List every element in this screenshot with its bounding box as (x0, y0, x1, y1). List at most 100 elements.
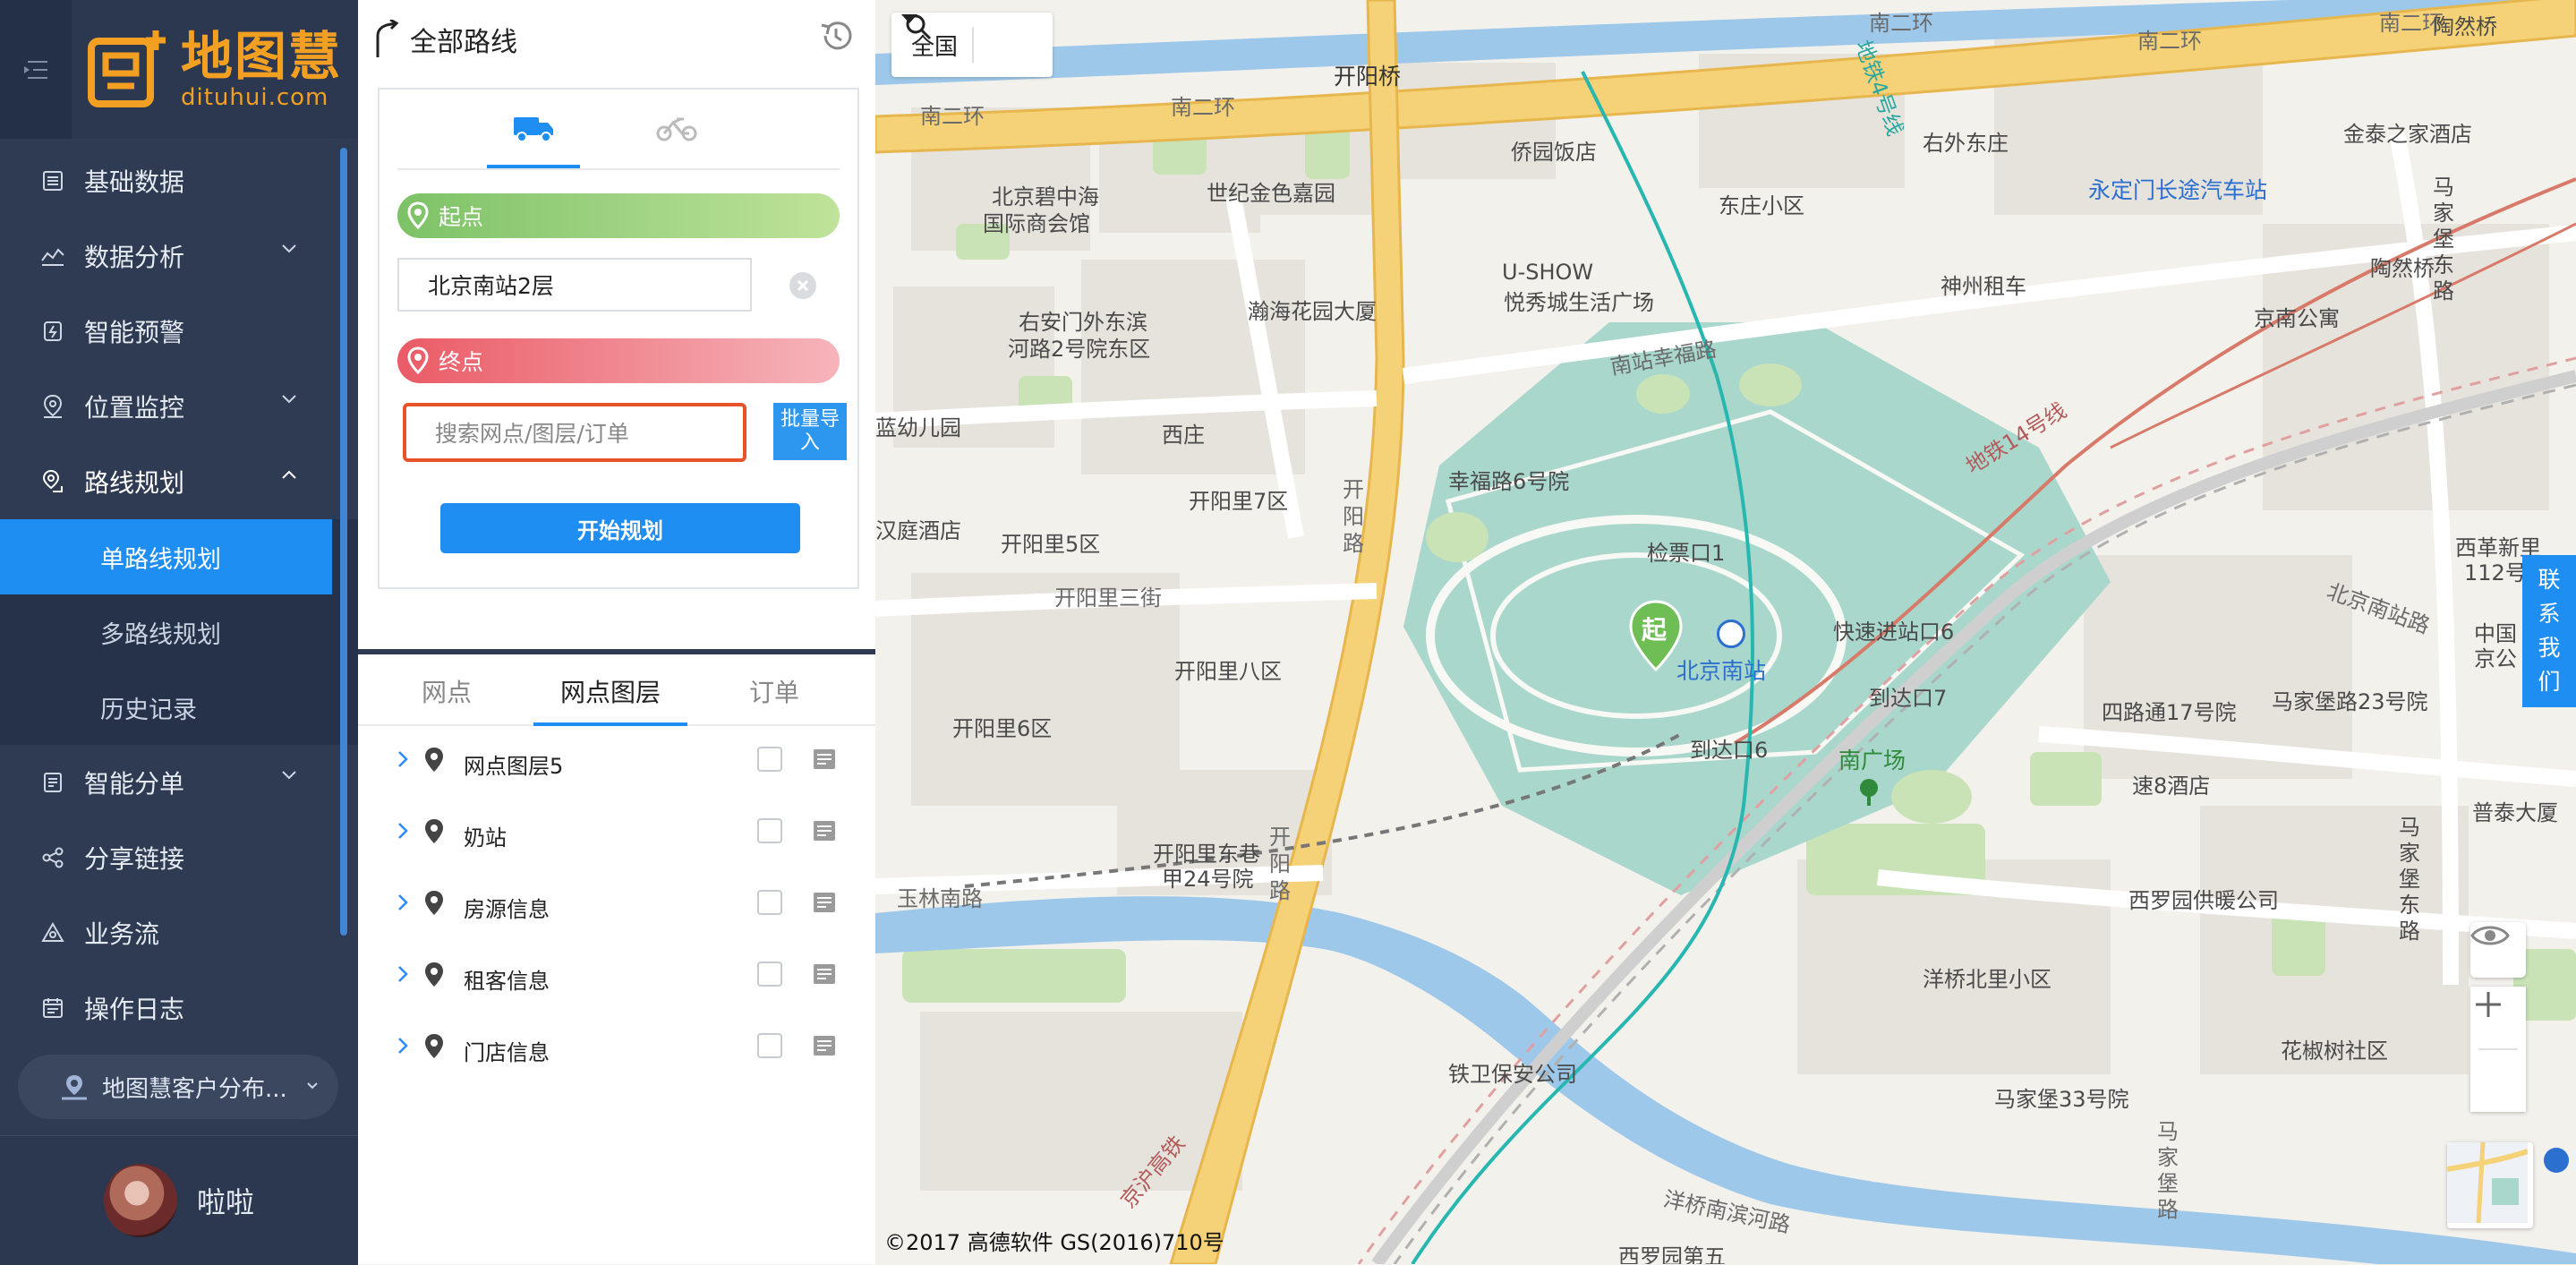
menu-item-smart-alert[interactable]: 智能预警 (0, 294, 358, 369)
layer-row[interactable]: 网点图层5 (358, 734, 875, 788)
end-point-search-input[interactable]: 搜索网点/图层/订单 (403, 403, 746, 462)
dispatch-icon (38, 767, 68, 798)
layer-detail-icon[interactable] (813, 748, 836, 770)
menu-item-share-link[interactable]: 分享链接 (0, 820, 358, 895)
log-icon (38, 993, 68, 1023)
contact-char: 系 (2538, 601, 2561, 627)
map-label: 河路2号院东区 (1008, 337, 1151, 362)
share-icon (38, 842, 68, 873)
map-label: 检票口1 (1647, 541, 1726, 566)
menu-item-label: 业务流 (84, 919, 160, 949)
station-icon (1717, 620, 1745, 648)
history-icon[interactable] (818, 18, 854, 54)
panel-header: 全部路线 (358, 0, 875, 79)
layer-checkbox[interactable] (757, 747, 782, 772)
user-area: 啦啦 (0, 1135, 358, 1265)
locate-icon[interactable] (2544, 1148, 2569, 1173)
clear-start-button[interactable] (789, 272, 816, 299)
start-pin-icon (407, 201, 429, 230)
avatar[interactable] (104, 1164, 177, 1237)
map-label: 铁卫保安公司 (1448, 1062, 1577, 1087)
contact-char: 们 (2538, 669, 2561, 695)
layer-detail-icon[interactable] (813, 892, 836, 913)
route-panel: 全部路线 起点 北京南站2层 终点 搜索网点/图层/订单 批量导入 开始规划 网… (358, 0, 875, 1264)
contact-char: 联 (2538, 567, 2561, 593)
start-planning-button[interactable]: 开始规划 (440, 503, 800, 553)
start-point-input[interactable]: 北京南站2层 (397, 258, 752, 312)
chevron-down-icon (282, 244, 296, 253)
bike-icon (656, 117, 697, 141)
zoom-control (2470, 987, 2526, 1112)
chevron-right-icon[interactable] (396, 1033, 410, 1058)
menu-item-location-monitor[interactable]: 位置监控 (0, 369, 358, 444)
zoom-out-icon[interactable] (2470, 987, 2506, 1022)
minimap-thumbnail-icon (2447, 1142, 2528, 1223)
chevron-right-icon[interactable] (396, 818, 410, 843)
logo-subtitle: dituhui.com (181, 83, 329, 111)
submenu-single-route[interactable]: 单路线规划 (0, 519, 332, 594)
tab-truck[interactable] (487, 106, 580, 168)
chevron-right-icon[interactable] (396, 890, 410, 915)
map-label: 西罗园供暖公司 (2128, 888, 2279, 913)
visibility-toggle[interactable] (2470, 922, 2526, 978)
menu-item-label: 智能分单 (84, 769, 185, 799)
layer-label: 奶站 (464, 825, 507, 850)
map-label: 马家堡路23号院 (2272, 689, 2428, 714)
map-label: 国际商会馆 (983, 211, 1090, 236)
menu-item-route-planning[interactable]: 路线规划 (0, 444, 358, 519)
layer-checkbox[interactable] (757, 890, 782, 915)
layer-detail-icon[interactable] (813, 963, 836, 985)
sidebar-scrollbar[interactable] (340, 148, 347, 936)
map-label: 花椒树社区 (2281, 1038, 2388, 1064)
layer-detail-icon[interactable] (813, 1035, 836, 1056)
layer-row[interactable]: 租客信息 (358, 949, 875, 1003)
map-label: 南二环 (1869, 11, 1933, 36)
map-label: 玉林南路 (897, 886, 983, 911)
layer-row[interactable]: 门店信息 (358, 1021, 875, 1074)
layer-checkbox[interactable] (757, 1033, 782, 1058)
layer-row[interactable]: 奶站 (358, 806, 875, 859)
panel-title: 全部路线 (410, 27, 517, 58)
map-pin-icon (425, 748, 443, 772)
tab-outlets[interactable]: 网点 (392, 658, 501, 724)
tab-orders[interactable]: 订单 (720, 658, 829, 724)
menu-item-workflow[interactable]: 业务流 (0, 895, 358, 970)
map-label: 金泰之家酒店 (2343, 122, 2472, 147)
batch-import-button[interactable]: 批量导入 (773, 403, 847, 460)
app-logo[interactable]: 地图慧 dituhui.com (72, 0, 358, 139)
tab-outlet-layers[interactable]: 网点图层 (533, 658, 687, 726)
location-icon (38, 391, 68, 422)
map-label: 洋桥北里小区 (1923, 967, 2051, 992)
layer-detail-icon[interactable] (813, 820, 836, 842)
submenu-history[interactable]: 历史记录 (0, 670, 358, 745)
chevron-right-icon[interactable] (396, 962, 410, 987)
menu-item-smart-dispatch[interactable]: 智能分单 (0, 745, 358, 820)
map-label: 开阳里三街 (1054, 585, 1162, 611)
region-select[interactable]: 全国 (891, 13, 1053, 77)
eye-icon (2470, 926, 2510, 945)
map-label: 永定门长途汽车站 (2088, 177, 2268, 203)
map-label: 南二环 (1171, 95, 1235, 120)
minimap-button[interactable] (2447, 1142, 2533, 1228)
menu-item-label: 分享链接 (84, 844, 185, 874)
chevron-right-icon[interactable] (396, 747, 410, 772)
submenu-multi-route[interactable]: 多路线规划 (0, 594, 358, 670)
layer-checkbox[interactable] (757, 962, 782, 987)
map-label: 汉庭酒店 (875, 518, 961, 543)
search-icon[interactable] (904, 13, 933, 41)
map-canvas[interactable]: 开阳桥 南二环 南二环 南二环 南二环 南二环 陶然桥 侨园饭店 右外东庄 金泰… (875, 0, 2576, 1264)
layer-label: 网点图层5 (464, 754, 564, 779)
tab-bike[interactable] (630, 106, 723, 150)
layer-row[interactable]: 房源信息 (358, 877, 875, 931)
layer-checkbox[interactable] (757, 818, 782, 843)
route-submenu: 单路线规划 多路线规划 历史记录 (0, 519, 358, 745)
customer-distribution-select[interactable]: 地图慧客户分布... (18, 1055, 338, 1119)
user-name[interactable]: 啦啦 (197, 1180, 254, 1221)
contact-us-button[interactable]: 联 系 我 们 (2522, 555, 2576, 707)
map-label: 瀚海花园大厦 (1248, 299, 1377, 324)
map-label: 到达口7 (1869, 686, 1948, 711)
menu-item-data-analysis[interactable]: 数据分析 (0, 218, 358, 294)
menu-item-operation-log[interactable]: 操作日志 (0, 970, 358, 1046)
collapse-menu-button[interactable] (0, 0, 72, 139)
menu-item-basic-data[interactable]: 基础数据 (0, 143, 358, 218)
